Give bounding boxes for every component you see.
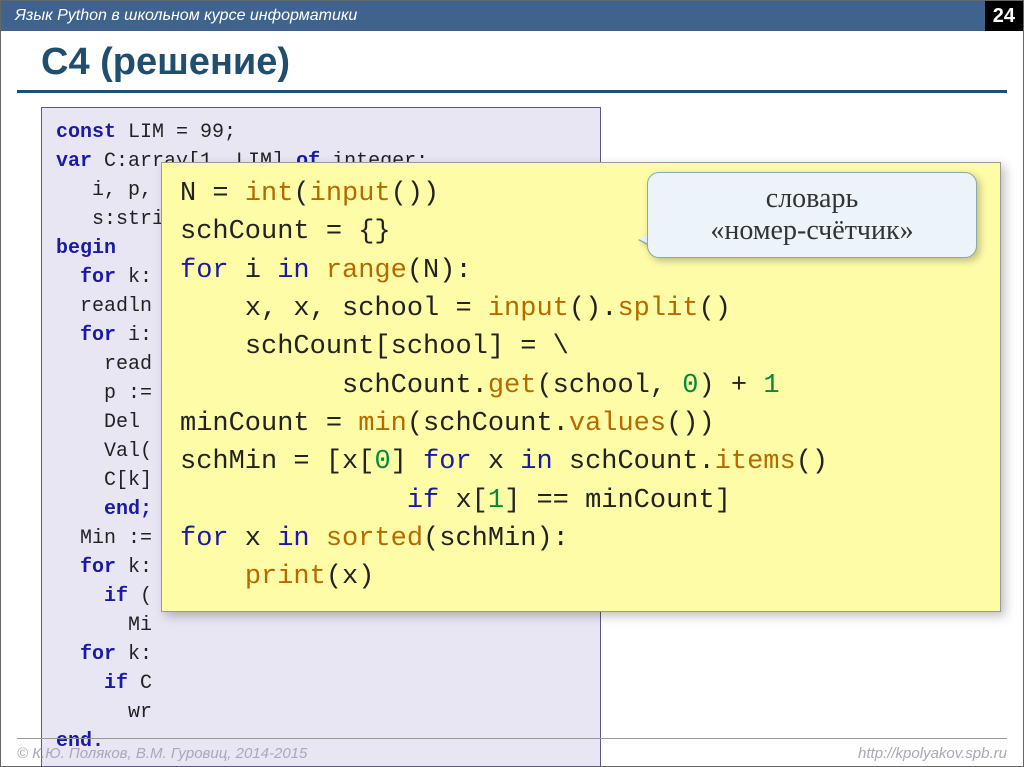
callout-box: словарь «номер-счётчик» <box>647 172 977 258</box>
callout-line1: словарь <box>662 183 962 215</box>
callout-line2: «номер-счётчик» <box>662 215 962 247</box>
kw-begin: begin <box>56 237 116 260</box>
title-underline <box>17 90 1007 93</box>
page-number: 24 <box>985 1 1023 31</box>
kw-const: const <box>56 121 116 144</box>
kw-var: var <box>56 150 92 173</box>
slide-title: C4 (решение) <box>41 41 1023 84</box>
content-area: const LIM = 99; var C:array[1..LIM] of i… <box>41 107 1007 727</box>
footer: © К.Ю. Поляков, В.М. Гуровиц, 2014-2015 … <box>17 738 1007 762</box>
footer-copyright: © К.Ю. Поляков, В.М. Гуровиц, 2014-2015 <box>17 745 307 762</box>
header-bar: Язык Python в школьном курсе информатики… <box>1 1 1023 31</box>
slide: Язык Python в школьном курсе информатики… <box>0 0 1024 767</box>
footer-url: http://kpolyakov.spb.ru <box>858 745 1007 762</box>
header-subtitle: Язык Python в школьном курсе информатики <box>15 7 357 25</box>
